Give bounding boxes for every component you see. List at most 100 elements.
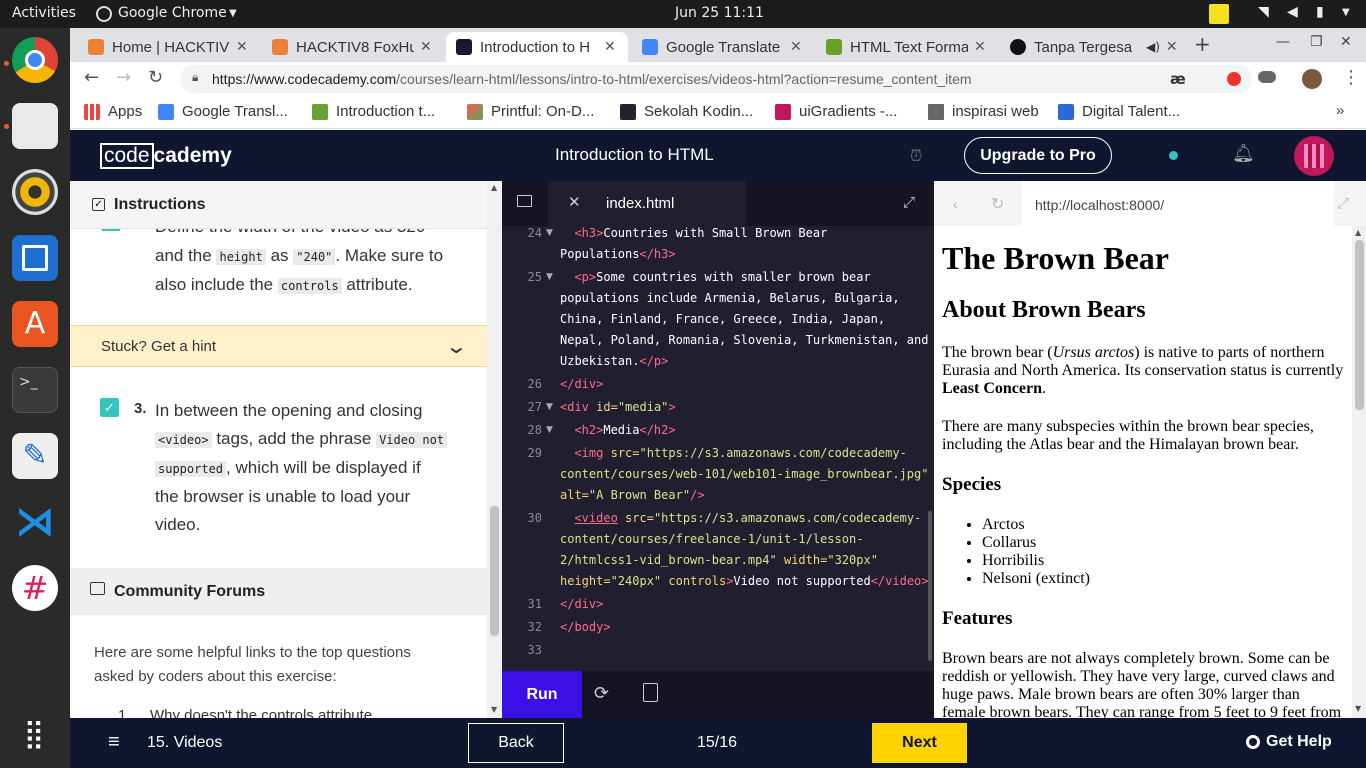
- folder-icon[interactable]: [517, 195, 532, 207]
- hamburger-menu-icon[interactable]: ≡: [108, 731, 120, 754]
- get-help-button[interactable]: Get Help: [1246, 733, 1332, 751]
- extension-ae-icon[interactable]: æ: [1170, 70, 1186, 88]
- chrome-dock-icon[interactable]: [12, 37, 58, 83]
- code-line[interactable]: <p>Some countries with smaller brown bea…: [560, 267, 930, 372]
- instructions-scrollbar[interactable]: ▲ ▼: [487, 181, 502, 718]
- scrollbar-thumb[interactable]: [490, 506, 499, 636]
- bookmark-item[interactable]: Sekolah Kodin...: [620, 103, 753, 120]
- browser-tab[interactable]: Google Translate ✕: [632, 32, 814, 62]
- reload-icon[interactable]: ↻: [148, 67, 163, 88]
- editor-scrollbar-thumb[interactable]: [928, 511, 932, 661]
- code-line[interactable]: </body>: [560, 617, 930, 638]
- code-line[interactable]: <video src="https://s3.amazonaws.com/cod…: [560, 508, 930, 592]
- run-button[interactable]: Run: [502, 671, 582, 718]
- browser-tab[interactable]: HTML Text Forma ✕: [816, 32, 998, 62]
- preview-url-field[interactable]: http://localhost:8000/: [1022, 181, 1334, 226]
- minimize-window-button[interactable]: —: [1276, 34, 1290, 50]
- next-button[interactable]: Next: [872, 723, 967, 763]
- rhythmbox-dock-icon[interactable]: [12, 169, 58, 215]
- expand-icon[interactable]: ⤢: [903, 193, 915, 211]
- fold-arrow-icon[interactable]: ▼: [546, 228, 553, 238]
- file-tab[interactable]: ✕ index.html: [548, 181, 746, 226]
- fold-arrow-icon[interactable]: ▼: [546, 402, 553, 412]
- writer-dock-icon[interactable]: [12, 235, 58, 281]
- notes-tray-icon[interactable]: [1209, 4, 1229, 24]
- audio-playing-icon[interactable]: ◀): [1146, 40, 1160, 54]
- close-tab-icon[interactable]: ✕: [790, 39, 802, 55]
- bookmark-item[interactable]: Google Transl...: [158, 103, 288, 120]
- preview-reload-icon[interactable]: ↻: [991, 194, 1004, 213]
- scroll-up-icon[interactable]: ▲: [491, 183, 497, 192]
- profile-avatar[interactable]: [1302, 69, 1322, 89]
- bookmark-item[interactable]: Digital Talent...: [1058, 103, 1180, 120]
- terminal-dock-icon[interactable]: >_: [12, 367, 58, 413]
- browser-tab[interactable]: HACKTIV8 FoxHu ✕: [262, 32, 444, 62]
- bell-icon[interactable]: 🔔︎: [1232, 143, 1255, 164]
- tab-label: Home | HACKTIV8: [112, 38, 230, 56]
- browser-tab[interactable]: Home | HACKTIV8 ✕: [78, 32, 260, 62]
- close-file-icon[interactable]: ✕: [568, 193, 581, 211]
- more-bookmarks-icon[interactable]: »: [1336, 102, 1344, 119]
- bookmark-apps[interactable]: Apps: [84, 103, 142, 120]
- back-button[interactable]: Back: [468, 723, 564, 763]
- show-applications-icon[interactable]: ⣿: [12, 711, 58, 757]
- bookmark-folder[interactable]: inspirasi web: [928, 103, 1039, 120]
- fold-arrow-icon[interactable]: ▼: [546, 425, 553, 435]
- scrollbar-thumb[interactable]: [1355, 240, 1364, 410]
- address-bar[interactable]: 🔒︎ https://www.codecademy.com/courses/le…: [180, 65, 1252, 93]
- forward-arrow-icon[interactable]: →: [116, 67, 131, 88]
- bookmark-item[interactable]: Printful: On-D...: [467, 103, 594, 120]
- close-window-button[interactable]: ✕: [1340, 34, 1352, 50]
- code-line[interactable]: <img src="https://s3.amazonaws.com/codec…: [560, 443, 930, 506]
- scroll-down-icon[interactable]: ▼: [491, 705, 497, 714]
- bookmark-label: Digital Talent...: [1082, 103, 1181, 120]
- extension-cloud-icon[interactable]: [1258, 71, 1276, 83]
- codecademy-logo[interactable]: code cademy: [100, 143, 232, 169]
- preview-scrollbar[interactable]: ▲ ▼: [1352, 226, 1366, 718]
- close-tab-icon[interactable]: ✕: [236, 39, 248, 55]
- vscode-dock-icon[interactable]: ⋊: [12, 499, 58, 545]
- fold-arrow-icon[interactable]: ▼: [546, 272, 553, 282]
- activities-button[interactable]: Activities: [12, 5, 76, 21]
- bookmark-item[interactable]: uiGradients -...: [775, 103, 897, 120]
- browser-tab[interactable]: Tanpa Tergesa ◀) ✕: [1000, 32, 1190, 62]
- reset-icon[interactable]: ⟳: [594, 683, 609, 704]
- copy-clipboard-icon[interactable]: [643, 683, 658, 702]
- slack-dock-icon[interactable]: #: [12, 565, 58, 611]
- system-menu-icon[interactable]: ▼: [1342, 7, 1350, 18]
- wifi-icon: ◥: [1258, 4, 1269, 20]
- browser-tab-active[interactable]: Introduction to H ✕: [446, 32, 628, 62]
- close-tab-icon[interactable]: ✕: [974, 39, 986, 55]
- files-dock-icon[interactable]: [12, 103, 58, 149]
- back-arrow-icon[interactable]: ←: [84, 67, 99, 88]
- user-avatar[interactable]: [1294, 136, 1334, 176]
- new-tab-button[interactable]: +: [1194, 32, 1211, 56]
- bookmark-item[interactable]: Introduction t...: [312, 103, 435, 120]
- code-line[interactable]: </div>: [560, 374, 930, 395]
- scroll-up-icon[interactable]: ▲: [1355, 228, 1361, 237]
- upgrade-to-pro-button[interactable]: Upgrade to Pro: [964, 137, 1112, 174]
- clock[interactable]: Jun 25 11:11: [675, 5, 764, 21]
- browser-menu-icon[interactable]: ⋮: [1342, 67, 1360, 88]
- hint-toggle[interactable]: Stuck? Get a hint ⌄: [70, 325, 487, 367]
- preview-expand-icon[interactable]: ⤢: [1337, 194, 1349, 212]
- step3-checkbox[interactable]: ✓: [100, 398, 119, 417]
- scroll-down-icon[interactable]: ▼: [1355, 704, 1361, 713]
- close-tab-icon[interactable]: ✕: [1166, 39, 1178, 55]
- tab-label: HTML Text Forma: [850, 38, 968, 56]
- code-line[interactable]: <h2>Media</h2>: [560, 420, 930, 441]
- code-line[interactable]: <div id="media">: [560, 397, 930, 418]
- app-menu-label[interactable]: Google Chrome: [118, 5, 227, 21]
- close-tab-icon[interactable]: ✕: [604, 39, 616, 55]
- lesson-label[interactable]: 15. Videos: [147, 734, 222, 752]
- extension-record-icon[interactable]: [1227, 72, 1241, 86]
- code-line[interactable]: <h3>Countries with Small Brown Bear Popu…: [560, 223, 930, 265]
- code-line[interactable]: </div>: [560, 594, 930, 615]
- forum-link[interactable]: Why doesn't the controls attribute: [150, 707, 372, 718]
- alarm-clock-icon[interactable]: ⏰︎: [910, 146, 922, 166]
- preview-back-icon[interactable]: ‹: [952, 195, 958, 214]
- text-editor-dock-icon[interactable]: ✎: [12, 433, 58, 479]
- maximize-window-button[interactable]: ❐: [1310, 34, 1323, 50]
- software-center-dock-icon[interactable]: A: [12, 301, 58, 347]
- close-tab-icon[interactable]: ✕: [420, 39, 432, 55]
